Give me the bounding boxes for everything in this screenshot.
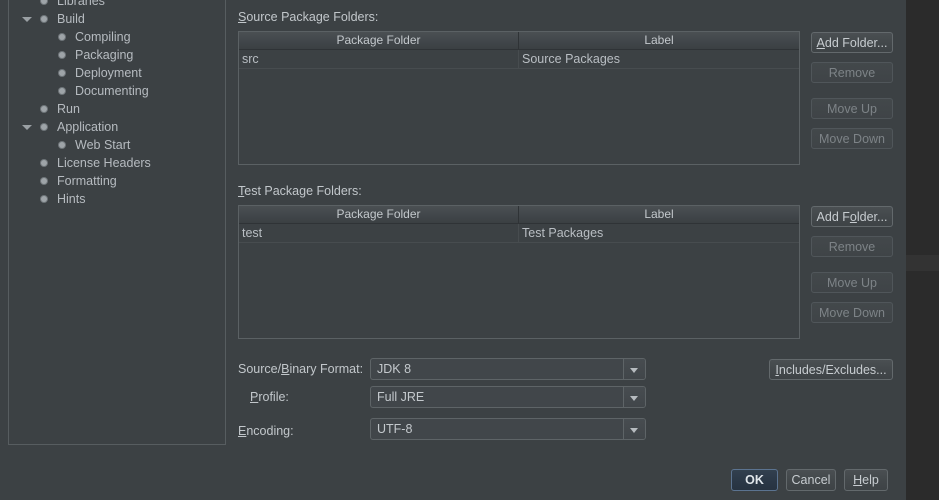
test-col-package-folder-header[interactable]: Package Folder: [239, 206, 518, 223]
test-package-folders-table[interactable]: Package Folder Label test Test Packages: [238, 205, 800, 339]
tree-node-bullet-icon: [59, 70, 65, 76]
source-row-0-folder[interactable]: src: [239, 50, 518, 68]
test-remove-button[interactable]: Remove: [811, 236, 893, 257]
table-row[interactable]: src Source Packages: [239, 50, 799, 69]
encoding-label: Encoding:: [238, 424, 294, 438]
encoding-label-rest: ncoding:: [246, 424, 294, 438]
source-label-rest: ource Package Folders:: [246, 10, 379, 24]
profile-value: Full JRE: [377, 390, 425, 404]
tree-node-bullet-icon: [41, 196, 47, 202]
tree-node-bullet-icon: [59, 142, 65, 148]
test-add-folder-rest: lder...: [856, 210, 888, 224]
test-add-folder-pre: Add F: [816, 210, 850, 224]
tree-node-bullet-icon: [59, 88, 65, 94]
sbf-label-pre: Source/: [238, 362, 282, 376]
chevron-down-icon[interactable]: [623, 419, 645, 439]
sidebar-item-packaging[interactable]: Packaging: [9, 46, 225, 64]
cancel-button[interactable]: Cancel: [786, 469, 836, 491]
test-col-label-header[interactable]: Label: [518, 206, 799, 223]
source-add-folder-rest: dd Folder...: [824, 36, 888, 50]
source-row-0-label[interactable]: Source Packages: [518, 50, 799, 68]
tree-node-bullet-icon: [41, 106, 47, 112]
sidebar-item-label: Build: [57, 12, 85, 26]
profile-label-rest: rofile:: [258, 390, 289, 404]
help-button[interactable]: Help: [844, 469, 888, 491]
sidebar-item-label: Deployment: [75, 66, 142, 80]
source-move-down-button[interactable]: Move Down: [811, 128, 893, 149]
source-table-header: Package Folder Label: [239, 32, 799, 50]
source-move-up-button[interactable]: Move Up: [811, 98, 893, 119]
tree-node-bullet-icon: [59, 34, 65, 40]
test-label-rest: est Package Folders:: [244, 184, 362, 198]
tree-node-bullet-icon: [41, 0, 47, 4]
desktop-background: [906, 0, 939, 500]
chevron-down-icon[interactable]: [623, 387, 645, 407]
chevron-down-icon[interactable]: [19, 118, 35, 136]
test-move-up-button[interactable]: Move Up: [811, 272, 893, 293]
sidebar-item-label: Application: [57, 120, 119, 134]
tree-node-bullet-icon: [41, 160, 47, 166]
sidebar-item-build[interactable]: Build: [9, 10, 225, 28]
source-package-folders-table[interactable]: Package Folder Label src Source Packages: [238, 31, 800, 165]
sbf-label-rest: inary Format:: [289, 362, 364, 376]
source-add-folder-mnemonic: A: [816, 36, 825, 50]
desktop-background-band: [906, 255, 939, 271]
sidebar-item-label: Run: [57, 102, 80, 116]
source-add-folder-button[interactable]: Add Folder...: [811, 32, 893, 53]
source-col-label-header[interactable]: Label: [518, 32, 799, 49]
sidebar-item-run[interactable]: Run: [9, 100, 225, 118]
sidebar-item-documenting[interactable]: Documenting: [9, 82, 225, 100]
sidebar-item-label: Packaging: [75, 48, 134, 62]
sidebar-item-web-start[interactable]: Web Start: [9, 136, 225, 154]
sidebar-item-label: Formatting: [57, 174, 117, 188]
project-properties-dialog: Libraries Build Compiling Packaging Deployme…: [0, 0, 906, 500]
help-rest: elp: [862, 473, 879, 487]
sidebar-item-label: Compiling: [75, 30, 131, 44]
test-move-down-button[interactable]: Move Down: [811, 302, 893, 323]
sidebar-item-label: Web Start: [75, 138, 131, 152]
encoding-value: UTF-8: [377, 422, 413, 436]
tree-node-bullet-icon: [41, 16, 47, 22]
sidebar-item-libraries[interactable]: Libraries: [9, 0, 225, 10]
encoding-combo[interactable]: UTF-8: [370, 418, 646, 440]
source-binary-format-label: Source/Binary Format:: [238, 362, 363, 376]
sidebar-item-compiling[interactable]: Compiling: [9, 28, 225, 46]
tree-node-bullet-icon: [41, 178, 47, 184]
includes-excludes-button[interactable]: Includes/Excludes...: [769, 359, 893, 380]
test-add-folder-button[interactable]: Add Folder...: [811, 206, 893, 227]
sidebar-item-label: License Headers: [57, 156, 151, 170]
sidebar-item-label: Libraries: [57, 0, 105, 8]
project-categories-tree[interactable]: Libraries Build Compiling Packaging Deployme…: [8, 0, 226, 445]
includes-excludes-rest: ncludes/Excludes...: [778, 363, 887, 377]
chevron-down-icon[interactable]: [623, 359, 645, 379]
sidebar-item-hints[interactable]: Hints: [9, 190, 225, 208]
source-col-package-folder-header[interactable]: Package Folder: [239, 32, 518, 49]
source-package-folders-label: Source Package Folders:: [238, 10, 378, 24]
source-binary-format-combo[interactable]: JDK 8: [370, 358, 646, 380]
sidebar-item-license-headers[interactable]: License Headers: [9, 154, 225, 172]
help-mnemonic: H: [853, 473, 863, 487]
sidebar-item-deployment[interactable]: Deployment: [9, 64, 225, 82]
source-binary-format-value: JDK 8: [377, 362, 412, 376]
tree-node-bullet-icon: [41, 124, 47, 130]
tree-node-bullet-icon: [59, 52, 65, 58]
source-remove-button[interactable]: Remove: [811, 62, 893, 83]
table-row[interactable]: test Test Packages: [239, 224, 799, 243]
test-row-0-label[interactable]: Test Packages: [518, 224, 799, 242]
sidebar-item-formatting[interactable]: Formatting: [9, 172, 225, 190]
sidebar-item-label: Hints: [57, 192, 86, 206]
sidebar-item-label: Documenting: [75, 84, 149, 98]
test-row-0-folder[interactable]: test: [239, 224, 518, 242]
ok-button[interactable]: OK: [731, 469, 778, 491]
test-add-folder-mnemonic: o: [849, 210, 857, 224]
sidebar-item-application[interactable]: Application: [9, 118, 225, 136]
test-package-folders-label: Test Package Folders:: [238, 184, 362, 198]
chevron-down-icon[interactable]: [19, 10, 35, 28]
test-table-header: Package Folder Label: [239, 206, 799, 224]
profile-label: Profile:: [250, 390, 289, 404]
profile-combo[interactable]: Full JRE: [370, 386, 646, 408]
